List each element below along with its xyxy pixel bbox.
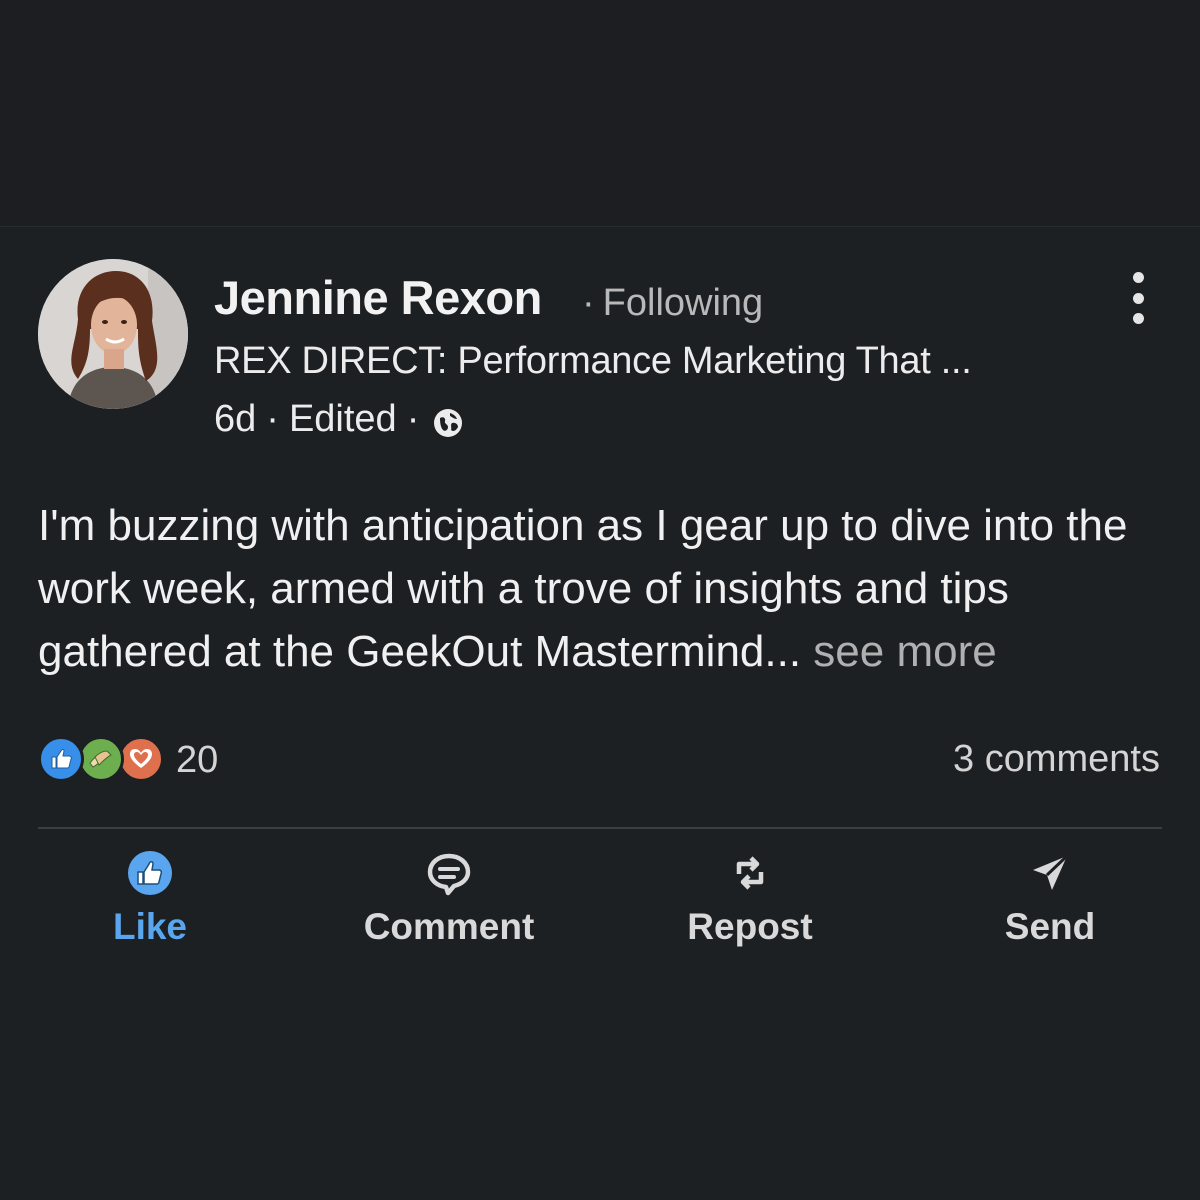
- comments-count[interactable]: 3 comments: [953, 738, 1160, 781]
- divider: [38, 827, 1162, 829]
- comment-button[interactable]: Comment: [339, 840, 559, 960]
- follow-status: · Following: [582, 282, 763, 325]
- send-label: Send: [1004, 906, 1096, 947]
- comment-icon: [427, 853, 471, 896]
- repost-icon: [736, 856, 764, 890]
- reaction-icons: [38, 735, 166, 785]
- author-avatar[interactable]: [38, 259, 188, 409]
- thumbs-up-icon: [128, 851, 172, 895]
- separator-dot: ·: [266, 398, 279, 440]
- like-reaction-icon: [38, 736, 84, 782]
- separator-dot: ·: [406, 398, 420, 440]
- send-icon: [1033, 854, 1069, 890]
- see-more-link[interactable]: see more: [801, 627, 996, 676]
- reaction-count: 20: [176, 738, 219, 781]
- repost-button[interactable]: Repost: [640, 840, 860, 960]
- post-meta: 6d · Edited ·: [214, 398, 465, 441]
- like-button[interactable]: Like: [40, 840, 260, 960]
- post-actions-bar: Like Comment Repost Send: [0, 840, 1200, 960]
- post-time: 6d: [214, 398, 257, 440]
- send-button[interactable]: Send: [940, 840, 1160, 960]
- top-empty-area: [0, 0, 1200, 227]
- separator-dot: ·: [582, 282, 595, 324]
- repost-label: Repost: [687, 906, 813, 947]
- love-reaction-icon: [118, 736, 164, 782]
- reactions-summary[interactable]: 20: [38, 735, 218, 785]
- globe-icon: [431, 406, 465, 440]
- following-label: Following: [602, 282, 764, 324]
- post-body: I'm buzzing with anticipation as I gear …: [38, 494, 1168, 683]
- more-options-icon[interactable]: [1118, 272, 1158, 324]
- like-label: Like: [112, 906, 188, 947]
- support-reaction-icon: [78, 736, 124, 782]
- author-name[interactable]: Jennine Rexon: [214, 270, 542, 325]
- author-headline: REX DIRECT: Performance Marketing That .…: [214, 340, 972, 382]
- edited-label: Edited: [288, 398, 397, 440]
- comment-label: Comment: [363, 906, 535, 947]
